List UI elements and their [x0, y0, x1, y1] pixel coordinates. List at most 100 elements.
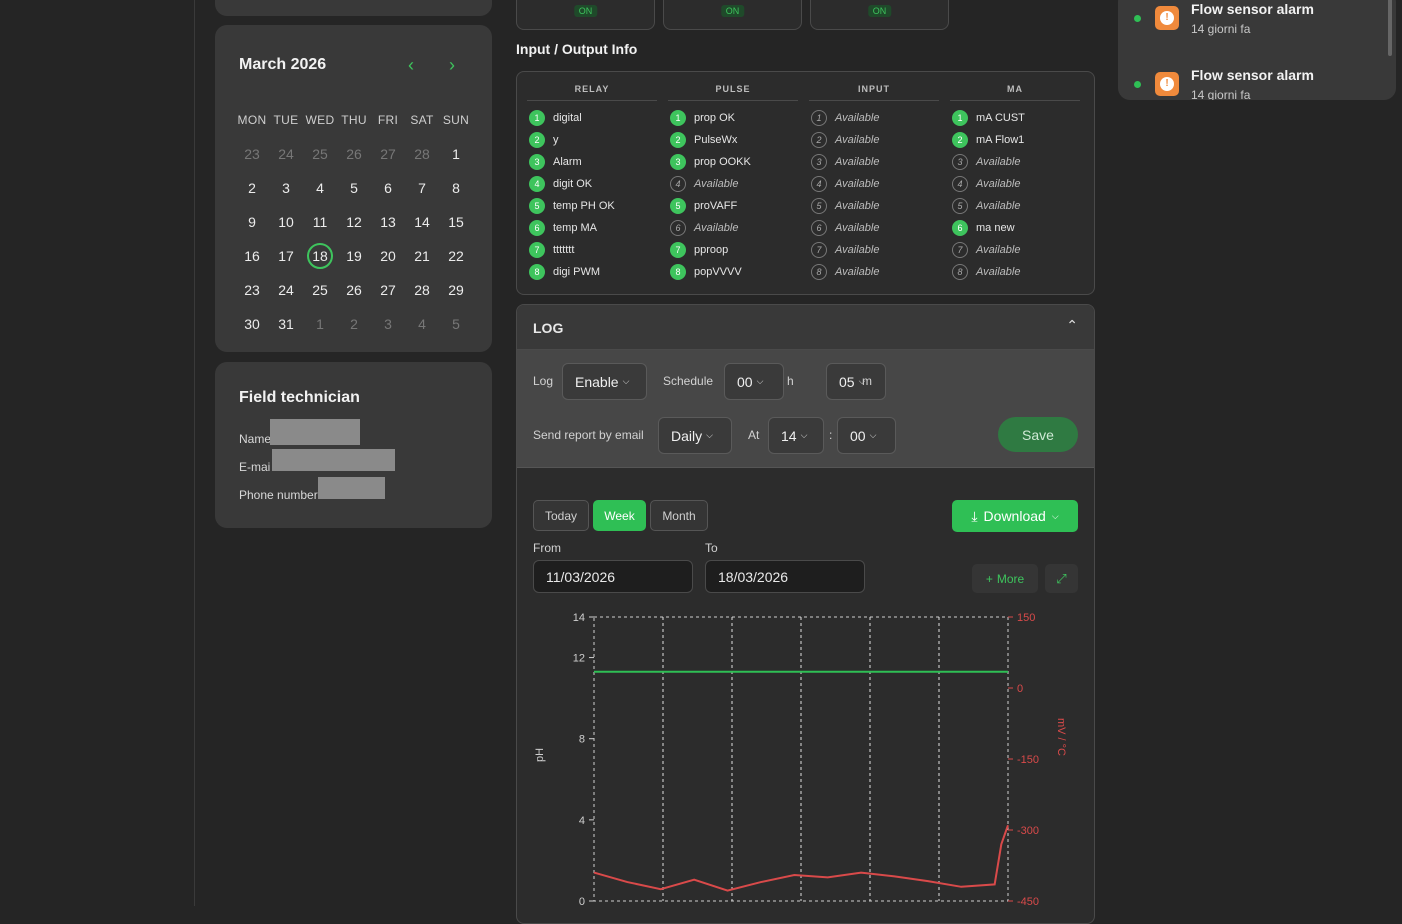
calendar-day[interactable]: 28	[405, 282, 439, 298]
io-item[interactable]: 2y	[527, 129, 657, 151]
io-item[interactable]: 7 Available	[809, 239, 939, 261]
calendar-day[interactable]: 4	[405, 316, 439, 332]
calendar-day[interactable]: 12	[337, 214, 371, 230]
status-tile[interactable]: ON	[810, 0, 949, 30]
notification-item[interactable]: ! Flow sensor alarm 14 giorni fa	[1118, 0, 1396, 50]
calendar-day[interactable]: 26	[337, 146, 371, 162]
io-item[interactable]: 5 proVAFF	[668, 195, 798, 217]
calendar-day[interactable]: 28	[405, 146, 439, 162]
calendar-day[interactable]: 5	[337, 180, 371, 196]
calendar-day[interactable]: 23	[235, 282, 269, 298]
io-item[interactable]: 7 pproop	[668, 239, 798, 261]
io-item[interactable]: 1 Available	[809, 107, 939, 129]
calendar-day[interactable]: 3	[269, 180, 303, 196]
io-channel-label: Available	[976, 156, 1021, 168]
io-item[interactable]: 1 digital	[527, 107, 657, 129]
calendar-day[interactable]: 7	[405, 180, 439, 196]
io-channel-label: Available	[694, 222, 739, 234]
calendar-day[interactable]: 17	[269, 248, 303, 264]
calendar-day[interactable]: 2	[337, 316, 371, 332]
io-item[interactable]: 4 digit OK	[527, 173, 657, 195]
scrollbar[interactable]	[1388, 0, 1392, 56]
io-channel-number: 7	[952, 242, 968, 258]
notification-item[interactable]: ! Flow sensor alarm 14 giorni fa	[1118, 66, 1396, 100]
calendar-day[interactable]: 29	[439, 282, 473, 298]
status-tile[interactable]: ON	[663, 0, 802, 30]
io-item[interactable]: 1 mA CUST	[950, 107, 1080, 129]
io-item[interactable]: 4 Available	[668, 173, 798, 195]
io-item[interactable]: 3 Available	[950, 151, 1080, 173]
io-item[interactable]: 6 ma new	[950, 217, 1080, 239]
calendar-day[interactable]: 19	[337, 248, 371, 264]
io-column-ma: MA 1 mA CUST 2 mA Flow1 3 Available 4 Available 5…	[950, 84, 1080, 283]
io-item[interactable]: 1 prop OK	[668, 107, 798, 129]
calendar-day[interactable]: 23	[235, 146, 269, 162]
chevron-right-icon[interactable]: ›	[442, 55, 462, 75]
io-channel-number: 7	[670, 242, 686, 258]
status-tile[interactable]: ON	[516, 0, 655, 30]
calendar-day[interactable]: 20	[371, 248, 405, 264]
io-item[interactable]: 3 Alarm	[527, 151, 657, 173]
io-item[interactable]: 6 Available	[809, 217, 939, 239]
calendar-day[interactable]: 15	[439, 214, 473, 230]
chevron-left-icon[interactable]: ‹	[401, 55, 421, 75]
calendar-day[interactable]: 9	[235, 214, 269, 230]
io-item[interactable]: 6 temp MA	[527, 217, 657, 239]
io-item[interactable]: 7 ttttttt	[527, 239, 657, 261]
io-channel-label: digi PWM	[553, 266, 601, 278]
calendar-day[interactable]: 5	[439, 316, 473, 332]
io-item[interactable]: 8 Available	[950, 261, 1080, 283]
calendar-day[interactable]: 4	[303, 180, 337, 196]
calendar-day[interactable]: 25	[303, 282, 337, 298]
io-item[interactable]: 8 Available	[809, 261, 939, 283]
calendar-day[interactable]: 31	[269, 316, 303, 332]
calendar-day[interactable]: 16	[235, 248, 269, 264]
calendar-day-today[interactable]: 18	[303, 243, 337, 269]
calendar-day[interactable]: 25	[303, 146, 337, 162]
unread-dot	[1134, 15, 1141, 22]
io-item[interactable]: 6 Available	[668, 217, 798, 239]
calendar-day[interactable]: 11	[303, 214, 337, 230]
calendar-day[interactable]: 1	[303, 316, 337, 332]
io-item[interactable]: 4 Available	[950, 173, 1080, 195]
io-item[interactable]: 7 Available	[950, 239, 1080, 261]
calendar-day[interactable]: 13	[371, 214, 405, 230]
calendar-day[interactable]: 27	[371, 282, 405, 298]
io-channel-number: 4	[952, 176, 968, 192]
io-item[interactable]: 8 digi PWM	[527, 261, 657, 283]
io-item[interactable]: 3 prop OOKK	[668, 151, 798, 173]
io-channel-label: Available	[835, 178, 880, 190]
calendar-day[interactable]: 1	[439, 146, 473, 162]
calendar-day[interactable]: 27	[371, 146, 405, 162]
io-channel-label: Available	[835, 112, 880, 124]
io-item[interactable]: 8 popVVVV	[668, 261, 798, 283]
calendar-day[interactable]: 14	[405, 214, 439, 230]
io-column-header: RELAY	[527, 84, 657, 101]
calendar-day[interactable]: 2	[235, 180, 269, 196]
io-item[interactable]: 4 Available	[809, 173, 939, 195]
calendar-day[interactable]: 3	[371, 316, 405, 332]
io-item[interactable]: 2 Available	[809, 129, 939, 151]
io-item[interactable]: 5 temp PH OK	[527, 195, 657, 217]
calendar-day[interactable]: 8	[439, 180, 473, 196]
calendar-grid: MON TUE WED THU FRI SAT SUN 23 24 25 26 27 28 1 2 3 4 5 6 7…	[235, 103, 495, 341]
calendar-day[interactable]: 22	[439, 248, 473, 264]
notification-time: 14 giorni fa	[1191, 22, 1251, 36]
calendar-day[interactable]: 30	[235, 316, 269, 332]
notifications-panel: ! Flow sensor alarm 14 giorni fa ! Flow …	[1118, 0, 1396, 100]
io-item[interactable]: 5 Available	[950, 195, 1080, 217]
io-item[interactable]: 5 Available	[809, 195, 939, 217]
io-channel-number: 1	[811, 110, 827, 126]
io-item[interactable]: 2 mA Flow1	[950, 129, 1080, 151]
calendar-day[interactable]: 24	[269, 146, 303, 162]
calendar-day[interactable]: 24	[269, 282, 303, 298]
io-item[interactable]: 2 PulseWx	[668, 129, 798, 151]
calendar-day[interactable]: 6	[371, 180, 405, 196]
io-channel-label: popVVVV	[694, 266, 742, 278]
calendar-day[interactable]: 26	[337, 282, 371, 298]
calendar-day[interactable]: 10	[269, 214, 303, 230]
io-channel-number: 5	[952, 198, 968, 214]
io-channel-label: prop OK	[694, 112, 735, 124]
io-item[interactable]: 3 Available	[809, 151, 939, 173]
calendar-day[interactable]: 21	[405, 248, 439, 264]
